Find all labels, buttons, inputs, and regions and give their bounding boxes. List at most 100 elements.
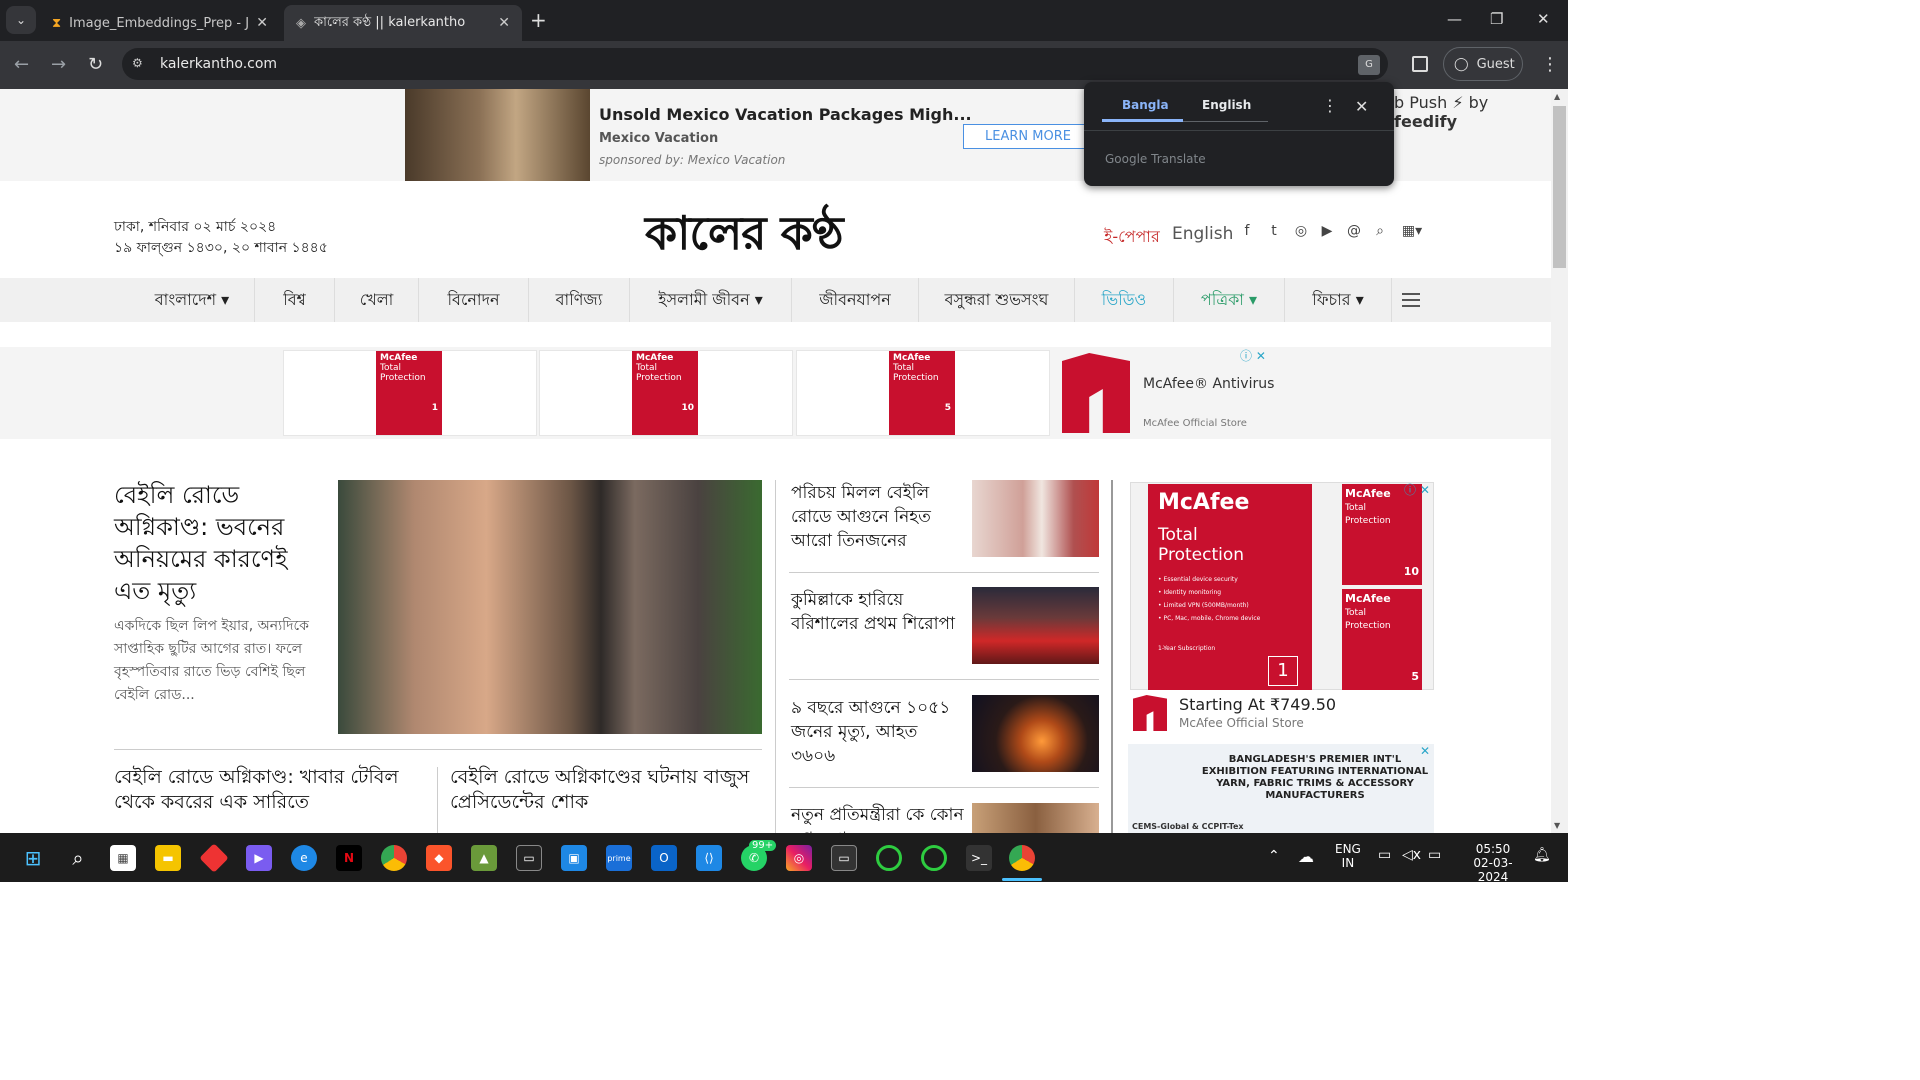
english-link[interactable]: English: [1172, 224, 1233, 244]
brave-icon[interactable]: ◆: [426, 845, 452, 871]
prime-video-icon[interactable]: prime: [606, 845, 632, 871]
outlook-icon[interactable]: O: [651, 845, 677, 871]
nav-islamic[interactable]: ইসলামী জীবন ▾: [630, 278, 792, 322]
battery-icon[interactable]: ▭: [1428, 847, 1441, 863]
onedrive-icon[interactable]: ☁: [1298, 847, 1314, 866]
side-news-image[interactable]: [972, 480, 1099, 557]
mcafee-logo-icon[interactable]: [1133, 695, 1167, 731]
epaper-link[interactable]: ই-পেপার: [1104, 224, 1160, 251]
nav-world[interactable]: বিশ্ব: [255, 278, 335, 322]
side-news-title[interactable]: কুমিল্লাকে হারিয়ে বরিশালের প্রথম শিরোপা: [791, 588, 966, 636]
nav-feature[interactable]: ফিচার ▾: [1285, 278, 1392, 322]
profile-button[interactable]: ◯ Guest: [1443, 47, 1523, 81]
chrome-icon[interactable]: [1009, 845, 1035, 871]
mcafee-product-box[interactable]: McAfee Total Protection 5: [889, 351, 955, 435]
side-news-title[interactable]: পরিচয় মিলল বেইলি রোডে আগুনে নিহত আরো তি…: [791, 481, 966, 553]
tab-kalerkantho[interactable]: ◈ কালের কণ্ঠ || kalerkantho ✕: [284, 5, 522, 41]
chrome-icon[interactable]: [381, 845, 407, 871]
side-panel-icon[interactable]: [1412, 56, 1428, 72]
side-news-image[interactable]: [972, 695, 1099, 772]
app-icon[interactable]: [921, 845, 947, 871]
search-icon[interactable]: ⌕: [1371, 223, 1389, 241]
terminal-icon[interactable]: >_: [966, 845, 992, 871]
scroll-down-arrow[interactable]: ▼: [1554, 821, 1560, 830]
notification-bell-icon[interactable]: 🔔︎: [1533, 847, 1551, 863]
side-news-image[interactable]: [972, 587, 1099, 664]
new-tab-button[interactable]: +: [530, 8, 547, 32]
edge-icon[interactable]: e: [291, 845, 317, 871]
translate-tab-bangla[interactable]: Bangla: [1122, 98, 1169, 112]
language-indicator[interactable]: ENG IN: [1335, 842, 1361, 870]
twitter-icon[interactable]: t: [1265, 223, 1283, 241]
mcafee-product-box[interactable]: McAfee Total Protection 10: [1342, 484, 1422, 585]
file-explorer-icon[interactable]: ▬: [155, 845, 181, 871]
nav-patrika[interactable]: পত্রিকা ▾: [1174, 278, 1285, 322]
mcafee-product-box[interactable]: McAfee Total Protection 10: [632, 351, 698, 435]
facebook-icon[interactable]: f: [1238, 223, 1256, 241]
lead-headline[interactable]: বেইলি রোডে অগ্নিকাণ্ড: ভবনের অনিয়মের কা…: [114, 479, 324, 607]
nav-sports[interactable]: খেলা: [335, 278, 419, 322]
secondary-headline[interactable]: বেইলি রোডে অগ্নিকাণ্ডের ঘটনায় বাজুস প্র…: [450, 765, 750, 815]
translate-tab-english[interactable]: English: [1202, 98, 1251, 112]
close-window-button[interactable]: ✕: [1537, 10, 1550, 28]
ad-image[interactable]: [405, 89, 590, 181]
network-icon[interactable]: ▭: [1378, 847, 1391, 863]
mcafee-product-box-large[interactable]: McAfee Total Protection • Essential devi…: [1148, 484, 1312, 690]
site-logo[interactable]: কালের কণ্ঠ: [645, 199, 844, 275]
vscode-icon[interactable]: ⟨⟩: [696, 845, 722, 871]
app-icon[interactable]: ▶: [246, 845, 272, 871]
reload-button[interactable]: ↻: [88, 54, 103, 75]
youtube-icon[interactable]: ▶: [1318, 223, 1336, 241]
app-icon[interactable]: [876, 845, 902, 871]
clock[interactable]: 05:50 02-03-2024: [1460, 842, 1526, 884]
forward-button[interactable]: →: [51, 54, 66, 75]
side-news-title[interactable]: ৯ বছরে আগুনে ১০৫১ জনের মৃত্যু, আহত ৩৬০৬: [791, 696, 966, 768]
nav-lifestyle[interactable]: জীবনযাপন: [792, 278, 919, 322]
site-info-icon[interactable]: ⚙: [132, 56, 148, 72]
terminal-icon[interactable]: ▭: [516, 845, 542, 871]
ad-title[interactable]: Unsold Mexico Vacation Packages Migh...: [599, 105, 972, 124]
scrollbar-thumb[interactable]: [1553, 106, 1566, 268]
nav-shuvosangho[interactable]: বসুন্ধরা শুভসংঘ: [919, 278, 1075, 322]
nav-video[interactable]: ভিডিও: [1075, 278, 1174, 322]
back-button[interactable]: ←: [14, 54, 29, 75]
volume-icon[interactable]: ◁x: [1402, 847, 1421, 863]
side-news-image[interactable]: [972, 803, 1099, 833]
threads-icon[interactable]: @: [1345, 223, 1363, 241]
hamburger-icon[interactable]: [1402, 293, 1420, 307]
instagram-icon[interactable]: ◎: [1292, 223, 1310, 241]
menu-icon[interactable]: ⋮: [1541, 54, 1559, 75]
start-icon[interactable]: ⊞: [20, 845, 46, 871]
side-news-title[interactable]: নতুন প্রতিমন্ত্রীরা কে কোন দপ্তর পেলেন: [791, 803, 966, 833]
learn-more-button[interactable]: LEARN MORE: [963, 124, 1093, 149]
app-icon[interactable]: ▭: [831, 845, 857, 871]
calendar-icon[interactable]: ▦▾: [1398, 223, 1426, 241]
mcafee-product-box[interactable]: McAfee Total Protection 5: [1342, 589, 1422, 690]
search-icon[interactable]: ⌕: [65, 845, 91, 871]
translate-icon[interactable]: G: [1358, 55, 1380, 75]
secondary-headline[interactable]: বেইলি রোডে অগ্নিকাণ্ড: খাবার টেবিল থেকে …: [114, 765, 414, 815]
nav-bangladesh[interactable]: বাংলাদেশ ▾: [130, 278, 255, 322]
instagram-icon[interactable]: ◎: [786, 845, 812, 871]
ad-close-icon[interactable]: ⓘ ✕: [1240, 347, 1266, 364]
translate-close-icon[interactable]: ✕: [1355, 97, 1368, 116]
close-tab-icon[interactable]: ✕: [498, 15, 510, 31]
mcafee-product-box[interactable]: McAfee Total Protection 1: [376, 351, 442, 435]
widgets-icon[interactable]: ▦: [110, 845, 136, 871]
store-icon[interactable]: ▣: [561, 845, 587, 871]
translate-options-icon[interactable]: ⋮: [1322, 96, 1338, 115]
url-text[interactable]: kalerkantho.com: [160, 56, 277, 72]
minimize-button[interactable]: —: [1447, 10, 1462, 28]
ad-price[interactable]: Starting At ₹749.50: [1179, 695, 1336, 714]
ad-close-icon[interactable]: ✕: [1420, 744, 1430, 758]
scroll-up-arrow[interactable]: ▲: [1554, 92, 1560, 101]
tab-jupyter[interactable]: ⧗ Image_Embeddings_Prep - Jupy ✕: [40, 5, 280, 41]
tab-search-button[interactable]: ⌄: [6, 6, 36, 34]
tray-chevron-icon[interactable]: ⌃: [1268, 848, 1280, 864]
app-icon[interactable]: ▲: [471, 845, 497, 871]
restore-button[interactable]: ❐: [1490, 10, 1503, 28]
close-tab-icon[interactable]: ✕: [256, 15, 268, 31]
nav-business[interactable]: বাণিজ্য: [529, 278, 630, 322]
ad-product-name[interactable]: McAfee® Antivirus: [1143, 376, 1274, 392]
netflix-icon[interactable]: N: [336, 845, 362, 871]
